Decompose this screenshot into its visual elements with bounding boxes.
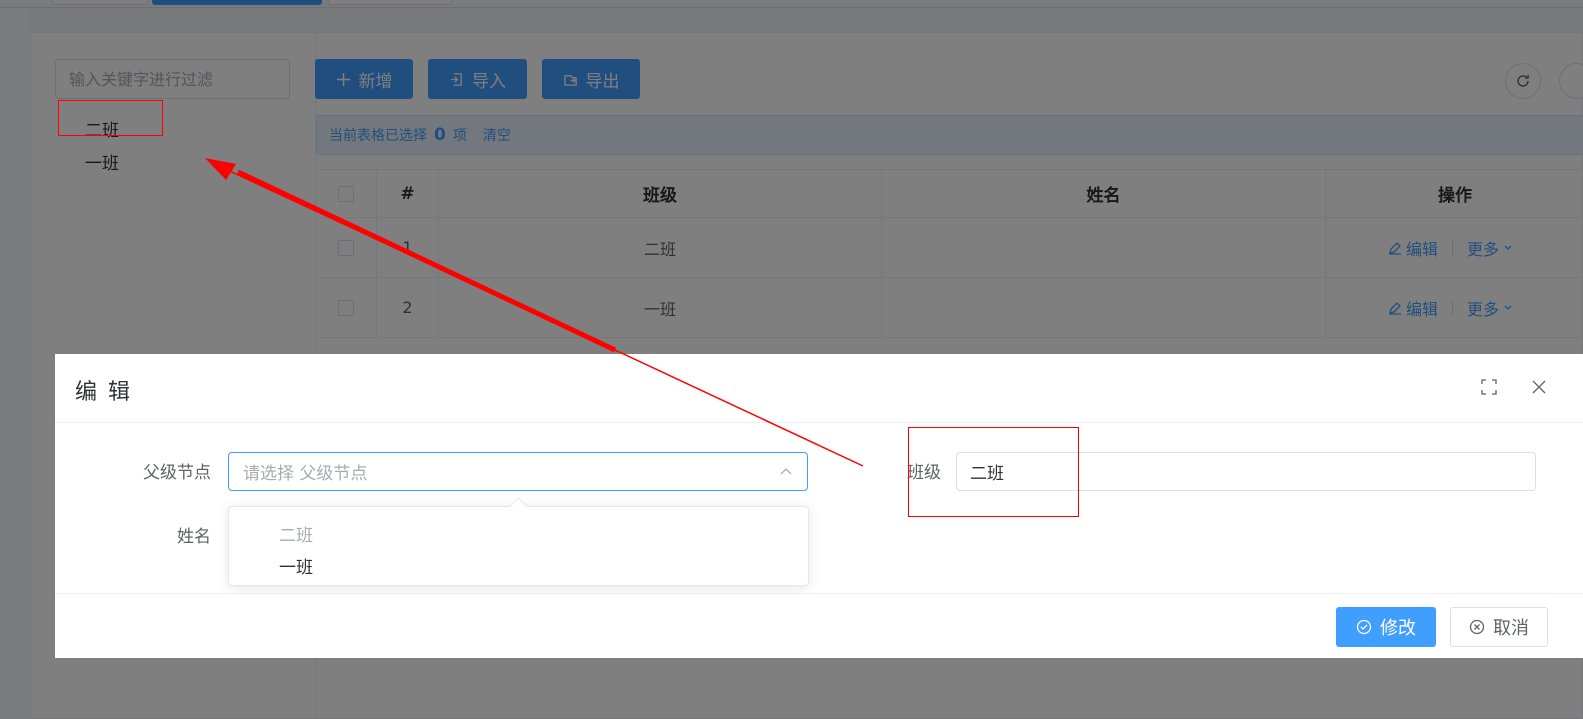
dropdown-option[interactable]: 一班: [279, 553, 313, 578]
dialog-footer: 修改 取消: [55, 593, 1583, 658]
close-circle-icon: [1469, 619, 1485, 635]
cancel-button-label: 取消: [1493, 618, 1529, 639]
parent-node-label: 父级节点: [143, 463, 211, 483]
parent-node-select[interactable]: 请选择 父级节点: [228, 452, 808, 491]
chevron-up-icon: [780, 468, 792, 475]
parent-node-dropdown: 二班 一班: [228, 506, 809, 586]
dialog-header: 编 辑: [55, 354, 1583, 423]
annotation-highlight-tree-node: [58, 100, 163, 136]
parent-node-placeholder: 请选择 父级节点: [243, 464, 368, 484]
cancel-button[interactable]: 取消: [1450, 607, 1548, 647]
confirm-button-label: 修改: [1380, 618, 1416, 639]
edit-dialog: 编 辑 父级节点 请选择 父级节点 二班 一班 姓名 班级 修改 取消: [55, 354, 1583, 658]
name-label: 姓名: [177, 527, 211, 547]
annotation-highlight-class-field: [908, 427, 1079, 517]
fullscreen-icon[interactable]: [1480, 378, 1498, 396]
dropdown-option: 二班: [279, 526, 313, 546]
dialog-title: 编 辑: [75, 380, 132, 405]
confirm-button[interactable]: 修改: [1336, 607, 1436, 647]
check-circle-icon: [1356, 619, 1372, 635]
close-icon[interactable]: [1530, 378, 1548, 396]
